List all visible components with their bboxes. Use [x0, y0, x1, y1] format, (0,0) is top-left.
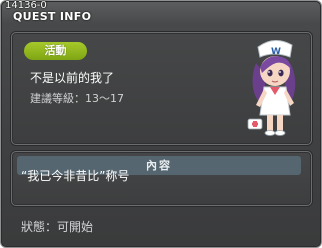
window-title: QUEST INFO: [13, 10, 92, 23]
event-badge: 活動: [24, 42, 87, 60]
quest-name: 不是以前的我了: [30, 71, 115, 85]
quest-info-window: 14136-0 QUEST INFO 活動 不是以前的我了 建議等級：13～17…: [0, 0, 322, 248]
quest-status: 狀態：可開始: [21, 220, 94, 234]
recommended-level: 建議等級：13～17: [30, 92, 124, 105]
npc-nurse-icon: W: [247, 40, 296, 136]
svg-text:W: W: [271, 47, 281, 57]
quest-summary-panel: 活動 不是以前的我了 建議等級：13～17 W: [11, 32, 312, 145]
content-text: “我已今非昔比”称号: [21, 169, 130, 183]
